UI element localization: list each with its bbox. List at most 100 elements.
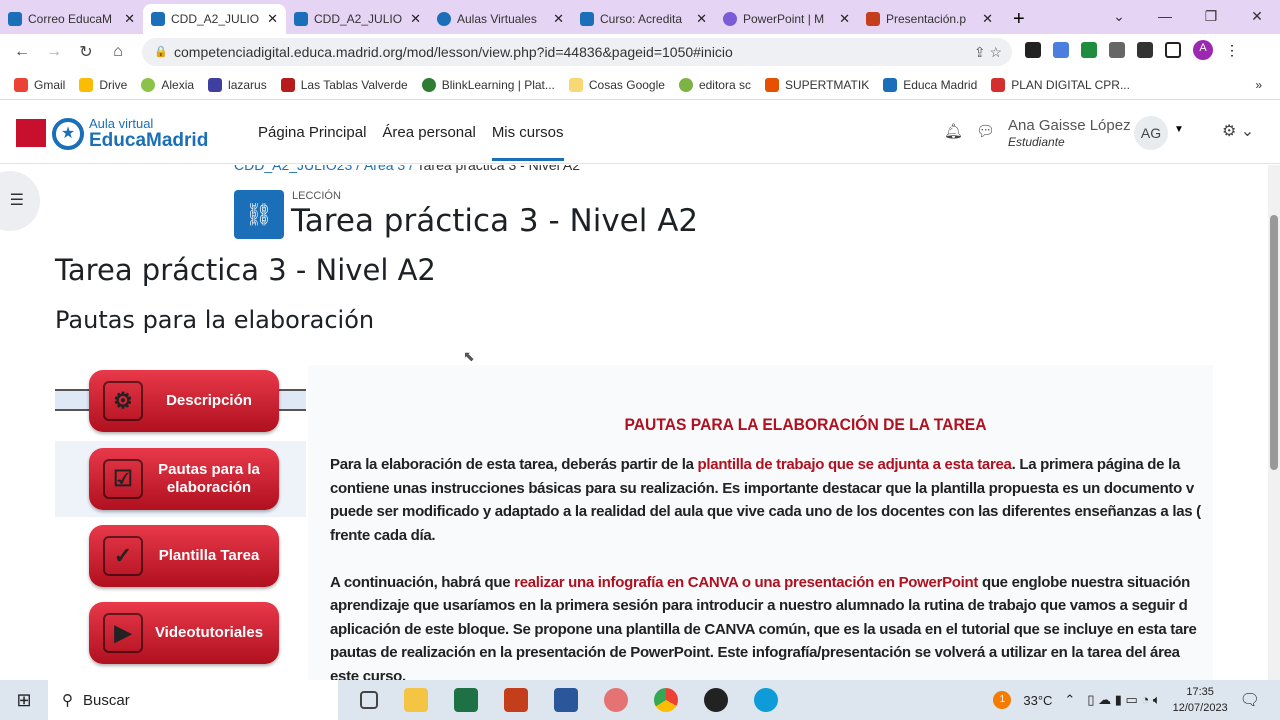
nav-personal-area[interactable]: Área personal bbox=[382, 124, 475, 161]
weather-icon[interactable]: 1 bbox=[993, 691, 1012, 709]
new-tab-button[interactable]: + bbox=[1001, 4, 1037, 34]
close-icon[interactable]: ✕ bbox=[267, 11, 278, 27]
share-star-icons[interactable]: ⇪ ☆ bbox=[974, 38, 1002, 66]
user-role: Estudiante bbox=[1008, 135, 1065, 149]
powerpoint-web-icon bbox=[723, 12, 737, 26]
breadcrumb-course[interactable]: CDD_A2_JULIO23 bbox=[234, 165, 352, 173]
word-icon[interactable] bbox=[554, 688, 578, 712]
translate-icon[interactable] bbox=[1053, 42, 1069, 58]
edge-icon[interactable] bbox=[754, 688, 778, 712]
close-icon[interactable]: ✕ bbox=[124, 11, 135, 27]
snipping-tool-icon[interactable] bbox=[604, 688, 628, 712]
browser-tab-active[interactable]: CDD_A2_JULIO ✕ bbox=[143, 4, 286, 34]
restore-button[interactable]: ❐ bbox=[1188, 0, 1234, 32]
extension-icon[interactable] bbox=[1025, 42, 1041, 58]
windows-start-icon[interactable]: ⊞ bbox=[0, 690, 48, 711]
puzzle-icon[interactable] bbox=[1137, 42, 1153, 58]
obs-icon[interactable] bbox=[704, 688, 728, 712]
close-icon[interactable]: ✕ bbox=[839, 11, 850, 27]
back-icon[interactable]: ← bbox=[6, 43, 38, 61]
taskbar-search[interactable]: ⚲ Buscar bbox=[48, 680, 338, 720]
avatar[interactable]: AG bbox=[1134, 116, 1168, 150]
site-header: ★ Aula virtual EducaMadrid Página Princi… bbox=[0, 102, 1280, 164]
bookmark[interactable]: editora sc bbox=[678, 77, 751, 92]
file-explorer-icon[interactable] bbox=[404, 688, 428, 712]
menu-button-descripcion[interactable]: ⚙ Descripción bbox=[89, 370, 279, 432]
close-icon[interactable]: ✕ bbox=[553, 11, 564, 27]
bookmarks-bar: Gmail Drive Alexia lazarus Las Tablas Va… bbox=[0, 70, 1280, 100]
bookmark[interactable]: lazarus bbox=[208, 77, 267, 92]
sidepanel-icon[interactable] bbox=[1165, 42, 1181, 58]
user-name[interactable]: Ana Gaisse López bbox=[1008, 117, 1131, 134]
bookmark[interactable]: Drive bbox=[79, 77, 127, 92]
close-window-button[interactable]: ✕ bbox=[1234, 0, 1280, 32]
tab-search-icon[interactable]: ⌄ bbox=[1096, 0, 1142, 32]
tab-title: Correo EducaM bbox=[28, 12, 113, 26]
video-icon: ▶ bbox=[103, 613, 143, 653]
chevron-down-icon[interactable]: ▼ bbox=[1174, 124, 1184, 135]
notifications-icon[interactable]: 🗨︎ bbox=[1240, 690, 1260, 710]
clock[interactable]: 17:35 12/07/2023 bbox=[1173, 684, 1228, 716]
bookmark[interactable]: PLAN DIGITAL CPR... bbox=[991, 77, 1130, 92]
browser-tab[interactable]: CDD_A2_JULIO ✕ bbox=[286, 4, 429, 34]
checklist-icon: ☑ bbox=[103, 459, 143, 499]
mail-icon bbox=[8, 12, 22, 26]
nav-home[interactable]: Página Principal bbox=[258, 124, 366, 161]
reload-icon[interactable]: ↻ bbox=[70, 42, 102, 62]
course-index-toggle[interactable]: ☰ bbox=[0, 171, 40, 231]
tab-title: Aulas Virtuales bbox=[457, 12, 537, 26]
browser-tab[interactable]: Correo EducaM ✕ bbox=[0, 4, 143, 34]
bookmark[interactable]: Gmail bbox=[14, 77, 65, 92]
download-icon[interactable] bbox=[1109, 42, 1125, 58]
profile-avatar[interactable]: A bbox=[1193, 40, 1213, 60]
excel-icon[interactable] bbox=[454, 688, 478, 712]
gear-icon[interactable]: ⚙ ⌄ bbox=[1222, 121, 1254, 141]
menu-button-plantilla[interactable]: ✓ Plantilla Tarea bbox=[89, 525, 279, 587]
tab-title: CDD_A2_JULIO bbox=[171, 12, 260, 26]
temperature[interactable]: 33°C bbox=[1023, 693, 1052, 708]
highlight-text: plantilla de trabajo que se adjunta a es… bbox=[697, 456, 1012, 473]
tray-icons[interactable]: ▯ ☁ ▮ ▭ ◔ 🔈︎ bbox=[1087, 692, 1160, 708]
messages-chat-icon[interactable]: 💬︎ bbox=[976, 122, 995, 140]
bookmark[interactable]: Educa Madrid bbox=[883, 77, 977, 92]
activity-type: LECCIÓN bbox=[292, 190, 341, 202]
browser-tab-strip: Correo EducaM ✕ CDD_A2_JULIO ✕ CDD_A2_JULI… bbox=[0, 0, 1280, 34]
chrome-icon[interactable] bbox=[654, 688, 678, 712]
home-icon[interactable]: ⌂ bbox=[102, 43, 134, 61]
bookmark[interactable]: Las Tablas Valverde bbox=[280, 77, 408, 92]
bookmark[interactable]: BlinkLearning | Plat... bbox=[421, 77, 555, 92]
nav-my-courses[interactable]: Mis cursos bbox=[491, 124, 564, 161]
menu-button-videotutoriales[interactable]: ▶ Videotutoriales bbox=[89, 602, 279, 664]
notifications-bell-icon[interactable]: 🔔︎ bbox=[944, 122, 963, 140]
gears-icon: ⚙ bbox=[103, 381, 143, 421]
educamadrid-icon bbox=[151, 12, 165, 26]
more-bookmarks-icon[interactable]: » bbox=[1255, 78, 1262, 92]
sheets-icon[interactable] bbox=[1081, 42, 1097, 58]
task-view-icon[interactable] bbox=[360, 691, 378, 709]
bookmark[interactable]: SUPERTMATIK bbox=[764, 77, 869, 92]
lock-icon: 🔒 bbox=[154, 46, 168, 58]
close-icon[interactable]: ✕ bbox=[982, 11, 993, 27]
scrollbar-thumb[interactable] bbox=[1270, 215, 1278, 470]
menu-button-pautas[interactable]: ☑ Pautas para la elaboración bbox=[89, 448, 279, 510]
browser-tab[interactable]: PowerPoint | M ✕ bbox=[715, 4, 858, 34]
breadcrumb-section[interactable]: Área 3 bbox=[364, 165, 405, 173]
forward-icon[interactable]: → bbox=[38, 43, 70, 61]
close-icon[interactable]: ✕ bbox=[410, 11, 421, 27]
calendar-check-icon: ✓ bbox=[103, 536, 143, 576]
close-icon[interactable]: ✕ bbox=[696, 11, 707, 27]
bookmark-folder[interactable]: Cosas Google bbox=[568, 77, 665, 92]
bookmark[interactable]: Alexia bbox=[141, 77, 194, 92]
powerpoint-icon[interactable] bbox=[504, 688, 528, 712]
search-icon: ⚲ bbox=[62, 692, 73, 709]
tray-chevron-icon[interactable]: ⌃ bbox=[1064, 692, 1075, 708]
browser-tab[interactable]: Aulas Virtuales ✕ bbox=[429, 4, 572, 34]
logo-line1: Aula virtual bbox=[89, 116, 154, 131]
minimize-button[interactable]: — bbox=[1142, 0, 1188, 32]
lesson-panel: PAUTAS PARA LA ELABORACIÓN DE LA TAREA P… bbox=[308, 365, 1213, 680]
menu-kebab-icon[interactable]: ⋮ bbox=[1225, 42, 1239, 58]
browser-tab[interactable]: Curso: Acredita ✕ bbox=[572, 4, 715, 34]
educamadrid-logo[interactable]: ★ bbox=[52, 118, 84, 150]
browser-tab[interactable]: Presentación.p ✕ bbox=[858, 4, 1001, 34]
url-field[interactable]: 🔒 competenciadigital.educa.madrid.org/mod… bbox=[142, 38, 1012, 66]
